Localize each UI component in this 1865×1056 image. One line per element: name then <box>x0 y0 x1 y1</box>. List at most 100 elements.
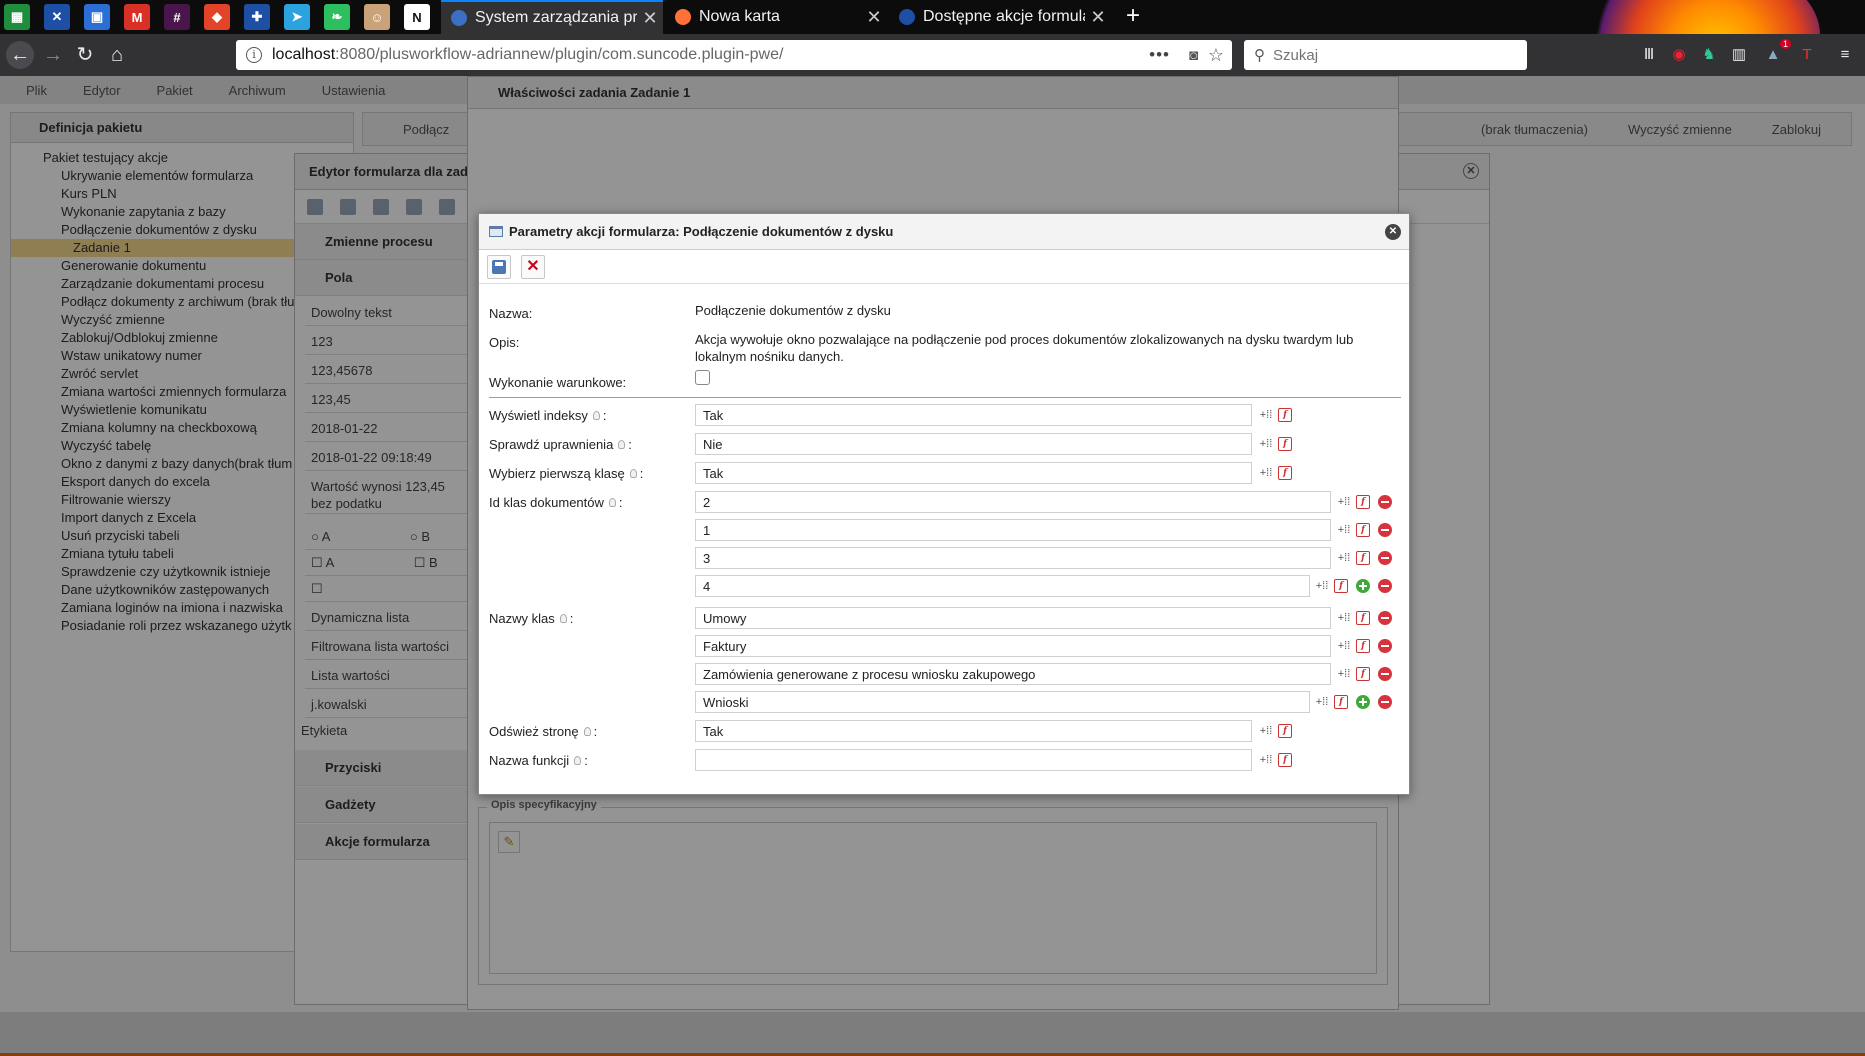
tab-title: Nowa karta <box>699 8 780 25</box>
function-icon[interactable]: f <box>1356 667 1370 681</box>
hint-bulb-icon[interactable] <box>583 727 591 736</box>
remove-icon[interactable] <box>1378 667 1392 681</box>
function-icon[interactable]: f <box>1356 495 1370 509</box>
extension-icon[interactable]: ♞ <box>1698 44 1720 66</box>
function-icon[interactable]: f <box>1278 753 1292 767</box>
back-button[interactable]: ← <box>6 41 34 69</box>
param-label-text: Sprawdź uprawnienia <box>489 437 614 452</box>
variable-icon[interactable]: +⁞⁞ <box>1337 551 1351 565</box>
class-id-input[interactable] <box>695 491 1331 513</box>
function-icon[interactable]: f <box>1356 551 1370 565</box>
library-icon[interactable]: Ⅲ <box>1638 44 1660 66</box>
home-button[interactable]: ⌂ <box>104 42 130 68</box>
class-name-input[interactable] <box>695 635 1331 657</box>
ublock-icon[interactable]: ◉ <box>1668 44 1690 66</box>
pinned-tab-chat-icon[interactable]: ▣ <box>84 4 110 30</box>
class-name-input[interactable] <box>695 663 1331 685</box>
function-icon[interactable]: f <box>1278 408 1292 422</box>
translate-icon[interactable]: T <box>1796 44 1818 66</box>
variable-icon[interactable]: +⁞⁞ <box>1337 667 1351 681</box>
class-name-input[interactable] <box>695 607 1331 629</box>
pinned-tab-telegram-icon[interactable]: ➤ <box>284 4 310 30</box>
remove-icon[interactable] <box>1378 579 1392 593</box>
refresh-input[interactable] <box>695 720 1252 742</box>
function-icon[interactable]: f <box>1278 724 1292 738</box>
pinned-tab-gmail-icon[interactable]: M <box>124 4 150 30</box>
class-name-input[interactable] <box>695 691 1310 713</box>
param-label-check-perm: Sprawdź uprawnienia: <box>489 437 632 452</box>
url-bar[interactable]: i localhost:8080/plusworkflow-adriannew/… <box>236 40 1232 70</box>
cond-checkbox[interactable] <box>695 370 710 385</box>
function-icon[interactable]: f <box>1356 611 1370 625</box>
variable-icon[interactable]: +⁞⁞ <box>1315 695 1329 709</box>
tab-actions[interactable]: Dostępne akcje formula ✕ <box>889 0 1111 34</box>
pinned-tab-sheets-icon[interactable]: ▦ <box>4 4 30 30</box>
dialog-title: Parametry akcji formularza: Podłączenie … <box>509 224 894 239</box>
remove-icon[interactable] <box>1378 639 1392 653</box>
show-index-input[interactable] <box>695 404 1252 426</box>
variable-icon[interactable]: +⁞⁞ <box>1337 495 1351 509</box>
tab-new[interactable]: Nowa karta ✕ <box>665 0 887 34</box>
cancel-button[interactable]: ✕ <box>521 254 545 279</box>
forward-button[interactable]: → <box>40 42 66 68</box>
class-id-input[interactable] <box>695 519 1331 541</box>
close-tab-icon[interactable]: ✕ <box>1085 7 1111 28</box>
page-actions-icon[interactable]: ••• <box>1149 45 1170 65</box>
func-name-input[interactable] <box>695 749 1252 771</box>
close-tab-icon[interactable]: ✕ <box>637 8 663 29</box>
new-tab-button[interactable]: + <box>1118 0 1148 34</box>
hint-bulb-icon[interactable] <box>559 614 567 623</box>
search-bar[interactable]: ⚲ Szukaj <box>1244 40 1527 70</box>
hint-bulb-icon[interactable] <box>618 440 626 449</box>
variable-icon[interactable]: +⁞⁞ <box>1337 639 1351 653</box>
remove-icon[interactable] <box>1378 611 1392 625</box>
hint-bulb-icon[interactable] <box>629 469 637 478</box>
pinned-tab-tool-icon[interactable]: ✚ <box>244 4 270 30</box>
close-tab-icon[interactable]: ✕ <box>861 7 887 28</box>
sidebar-icon[interactable]: ▥ <box>1728 44 1750 66</box>
function-icon[interactable]: f <box>1278 466 1292 480</box>
hint-bulb-icon[interactable] <box>574 756 582 765</box>
function-icon[interactable]: f <box>1278 437 1292 451</box>
variable-icon[interactable]: +⁞⁞ <box>1259 753 1273 767</box>
pinned-tab-notion-icon[interactable]: N <box>404 4 430 30</box>
add-icon[interactable] <box>1356 579 1370 593</box>
hint-bulb-icon[interactable] <box>608 498 616 507</box>
variable-icon[interactable]: +⁞⁞ <box>1259 437 1273 451</box>
variable-icon[interactable]: +⁞⁞ <box>1259 466 1273 480</box>
bookmark-star-icon[interactable]: ☆ <box>1208 45 1224 66</box>
tab-system[interactable]: System zarządzania pro ✕ <box>441 0 663 34</box>
hint-bulb-icon[interactable] <box>592 411 600 420</box>
menu-icon[interactable]: ≡ <box>1834 44 1856 66</box>
first-class-input[interactable] <box>695 462 1252 484</box>
pinned-tab-gitlab-icon[interactable]: ◆ <box>204 4 230 30</box>
variable-icon[interactable]: +⁞⁞ <box>1259 724 1273 738</box>
function-icon[interactable]: f <box>1334 695 1348 709</box>
remove-icon[interactable] <box>1378 495 1392 509</box>
variable-icon[interactable]: +⁞⁞ <box>1259 408 1273 422</box>
reload-button[interactable]: ↻ <box>72 42 98 68</box>
pinned-tab-avatar-icon[interactable]: ☺ <box>364 4 390 30</box>
variable-icon[interactable]: +⁞⁞ <box>1315 579 1329 593</box>
function-icon[interactable]: f <box>1334 579 1348 593</box>
class-id-input[interactable] <box>695 547 1331 569</box>
remove-icon[interactable] <box>1378 523 1392 537</box>
function-icon[interactable]: f <box>1356 523 1370 537</box>
close-icon[interactable]: ✕ <box>1385 224 1401 240</box>
class-id-input[interactable] <box>695 575 1310 597</box>
browser-tab-bar: ▦ ✕ ▣ M # ◆ ✚ ➤ ❧ ☺ N System zarządzania… <box>0 0 1865 110</box>
remove-icon[interactable] <box>1378 695 1392 709</box>
variable-icon[interactable]: +⁞⁞ <box>1337 523 1351 537</box>
remove-icon[interactable] <box>1378 551 1392 565</box>
variable-icon[interactable]: +⁞⁞ <box>1337 611 1351 625</box>
info-icon[interactable]: i <box>246 47 262 63</box>
url-host: localhost <box>272 46 336 63</box>
pinned-tab-slack-icon[interactable]: # <box>164 4 190 30</box>
function-icon[interactable]: f <box>1356 639 1370 653</box>
pinned-tab-evernote-icon[interactable]: ❧ <box>324 4 350 30</box>
add-icon[interactable] <box>1356 695 1370 709</box>
save-button[interactable] <box>487 254 511 279</box>
check-perm-input[interactable] <box>695 433 1252 455</box>
pinned-tab-jira-icon[interactable]: ✕ <box>44 4 70 30</box>
pocket-icon[interactable]: ◙ <box>1189 47 1198 64</box>
